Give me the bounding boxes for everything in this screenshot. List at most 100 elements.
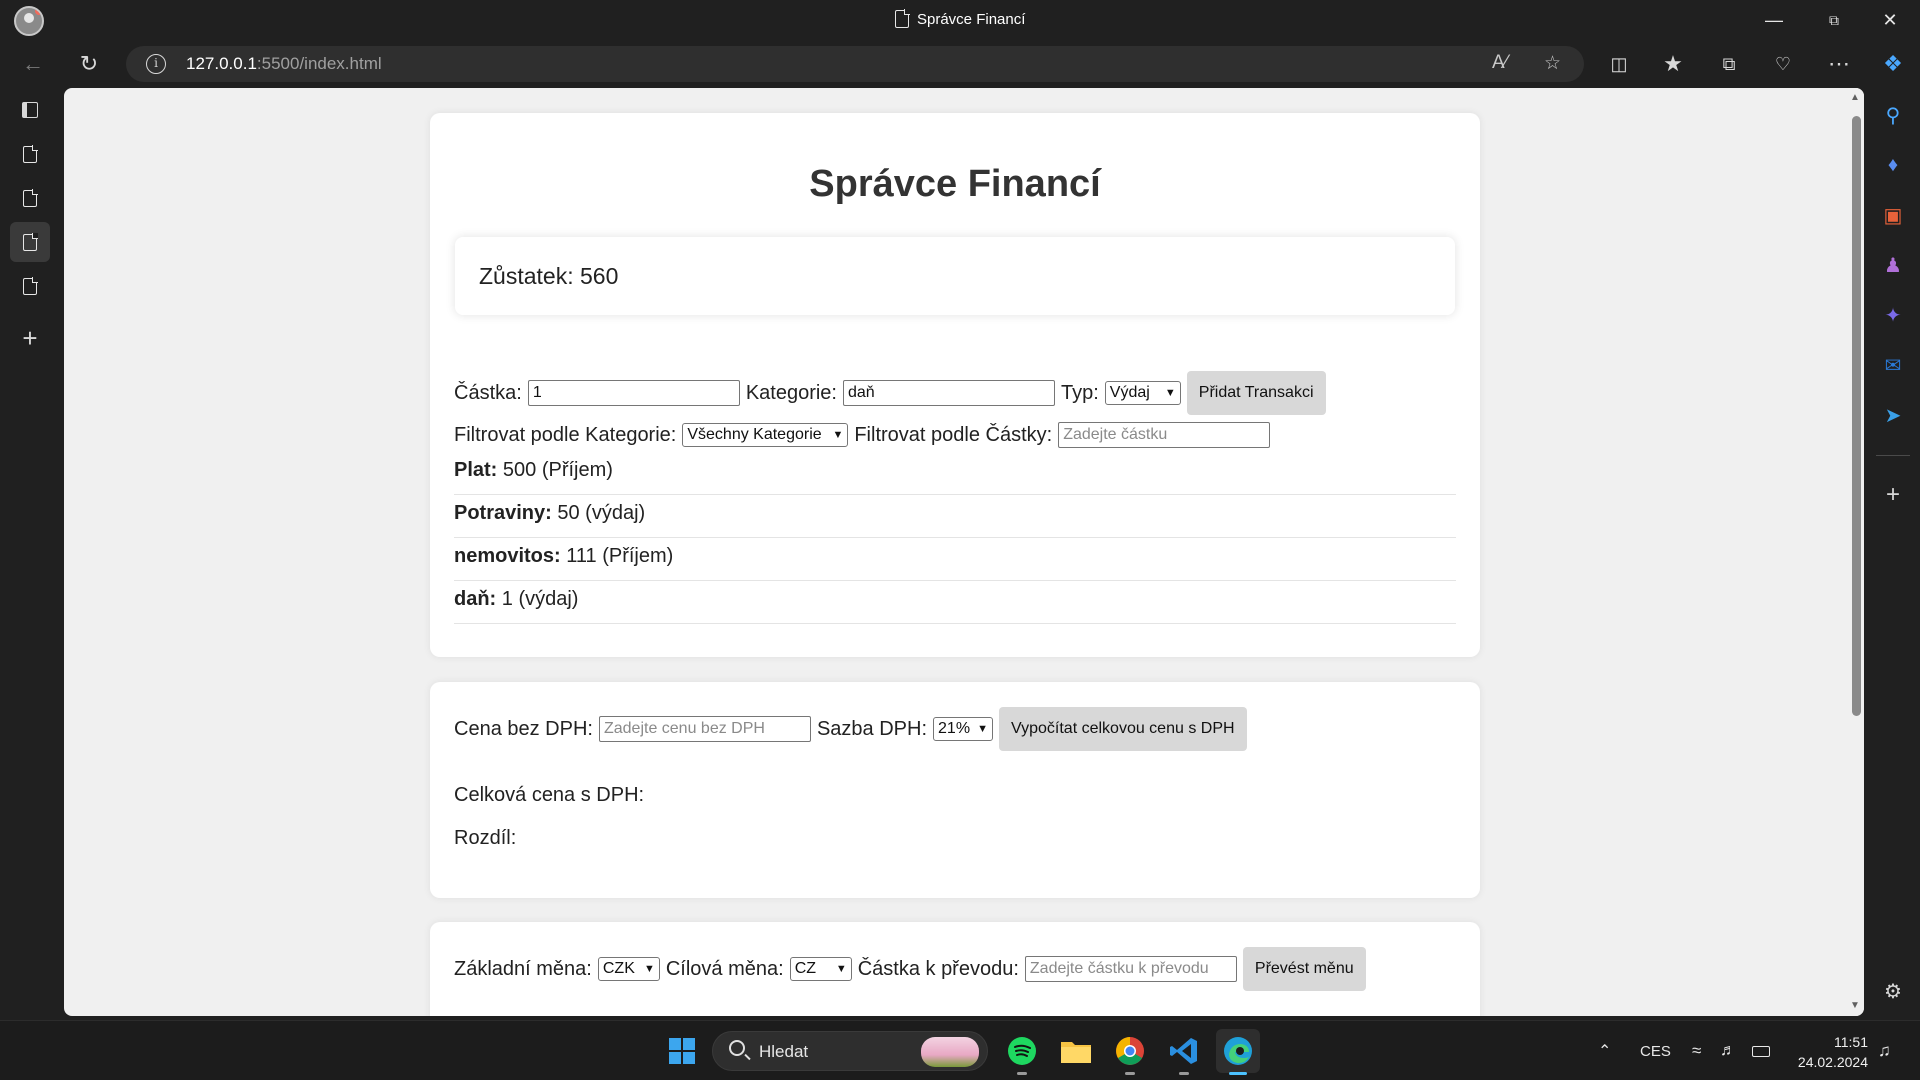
- taskbar-search[interactable]: Hledat: [712, 1031, 988, 1071]
- transaction-item: daň: 1 (výdaj): [454, 581, 1456, 624]
- vscode-icon[interactable]: [1162, 1029, 1206, 1075]
- start-windows-icon[interactable]: [660, 1029, 704, 1073]
- notifications-bell-icon[interactable]: ♫: [1878, 1021, 1891, 1080]
- sidebar-add-icon[interactable]: +: [1876, 478, 1910, 512]
- base-currency-value: CZK: [602, 960, 635, 977]
- back-icon[interactable]: ←: [16, 48, 50, 80]
- clock-time: 11:51: [1834, 1034, 1868, 1050]
- tab-4[interactable]: [10, 266, 50, 306]
- category-label: Kategorie:: [745, 381, 837, 404]
- favorite-star-icon[interactable]: ☆: [1544, 52, 1561, 75]
- minimize-button[interactable]: —: [1746, 0, 1802, 40]
- chevron-down-icon: ▼: [835, 963, 847, 975]
- restore-button[interactable]: ⧉: [1806, 0, 1862, 40]
- calculate-vat-button[interactable]: Vypočítat celkovou cenu s DPH: [999, 707, 1247, 751]
- vat-rate-select[interactable]: 21% ▼: [933, 717, 994, 741]
- transaction-detail: 500 (Příjem): [497, 459, 613, 481]
- more-menu-icon[interactable]: ⋯: [1822, 48, 1856, 80]
- split-screen-icon[interactable]: ◫: [1602, 48, 1636, 80]
- total-with-vat-label: Celková cena s DPH:: [454, 784, 645, 806]
- vertical-tabs-toggle-icon[interactable]: [10, 90, 50, 130]
- scroll-thumb[interactable]: [1852, 116, 1861, 716]
- page-icon: [23, 276, 38, 295]
- price-input[interactable]: Zadejte cenu bez DPH: [598, 716, 811, 742]
- price-label: Cena bez DPH:: [454, 717, 593, 740]
- volume-icon[interactable]: ♬: [1720, 1021, 1736, 1080]
- scroll-down-arrow-icon[interactable]: ▼: [1850, 1000, 1860, 1011]
- filter-category-label: Filtrovat podle Kategorie:: [454, 423, 677, 446]
- site-info-icon[interactable]: i: [146, 54, 166, 74]
- address-bar[interactable]: i 127.0.0.1:5500/index.html A⁄ ☆: [126, 46, 1584, 82]
- url-path: :5500/index.html: [256, 54, 382, 73]
- file-explorer-icon[interactable]: [1054, 1029, 1098, 1073]
- base-currency-select[interactable]: CZK ▼: [597, 957, 660, 981]
- clock-date: 24.02.2024: [1797, 1054, 1868, 1070]
- filter-category-value: Všechny Kategorie: [687, 426, 822, 443]
- vat-rate-value: 21%: [938, 720, 971, 737]
- transaction-name: Plat:: [454, 459, 498, 481]
- favorites-icon[interactable]: ★: [1656, 48, 1690, 80]
- tab-active[interactable]: [10, 222, 50, 262]
- chevron-down-icon: ▼: [1164, 387, 1176, 399]
- amount-input[interactable]: 1: [527, 380, 740, 406]
- collections-icon[interactable]: ⧉: [1712, 48, 1746, 80]
- vat-calculator-card: Cena bez DPH: Zadejte cenu bez DPH Sazba…: [430, 682, 1480, 898]
- copilot-sidebar-icon[interactable]: ✦: [1876, 298, 1910, 332]
- refresh-icon[interactable]: ↻: [72, 48, 106, 80]
- settings-gear-icon[interactable]: ⚙: [1876, 974, 1910, 1008]
- spotify-icon[interactable]: [1000, 1029, 1044, 1075]
- vat-rate-label: Sazba DPH:: [816, 717, 928, 740]
- transaction-name: Potraviny:: [454, 502, 552, 524]
- transaction-name: daň:: [454, 588, 497, 610]
- wifi-icon[interactable]: ≈: [1692, 1021, 1701, 1080]
- scroll-up-arrow-icon[interactable]: ▲: [1850, 92, 1860, 103]
- url-text[interactable]: 127.0.0.1:5500/index.html: [186, 54, 382, 74]
- convert-currency-button[interactable]: Převést měnu: [1242, 947, 1366, 991]
- page-title: Správce Financí: [809, 163, 1101, 205]
- base-currency-label: Základní měna:: [454, 957, 592, 980]
- tab-1[interactable]: [10, 134, 50, 174]
- edge-icon[interactable]: [1216, 1029, 1260, 1075]
- search-highlight-image: [921, 1037, 979, 1067]
- transaction-item: Plat: 500 (Příjem): [454, 452, 1456, 495]
- taskbar: Hledat ⌃ CES ≈ ♬ 11:51 24.02.2024 ♫: [0, 1020, 1920, 1080]
- transactions-card: Správce Financí Zůstatek: 560 Částka: 1 …: [430, 113, 1480, 657]
- show-hidden-icons-chevron-icon[interactable]: ⌃: [1598, 1021, 1611, 1080]
- amount-label: Částka:: [454, 381, 522, 404]
- page-icon: [23, 144, 38, 163]
- tools-icon[interactable]: ▣: [1876, 198, 1910, 232]
- copilot-icon[interactable]: ❖: [1876, 48, 1910, 80]
- type-select[interactable]: Výdaj ▼: [1104, 381, 1181, 405]
- type-label: Typ:: [1060, 381, 1099, 404]
- balance-text: Zůstatek: 560: [479, 263, 619, 289]
- language-indicator[interactable]: CES: [1640, 1021, 1671, 1080]
- filter-category-select[interactable]: Všechny Kategorie ▼: [682, 423, 849, 447]
- read-aloud-icon[interactable]: A⁄: [1492, 52, 1508, 74]
- difference-label: Rozdíl:: [454, 827, 517, 849]
- new-tab-plus-icon[interactable]: +: [10, 318, 50, 358]
- shopping-tag-icon[interactable]: ♦: [1876, 148, 1910, 182]
- drop-icon[interactable]: ➤: [1876, 398, 1910, 432]
- sidebar-search-icon[interactable]: ⚲: [1876, 98, 1910, 132]
- clock[interactable]: 11:51 24.02.2024: [1790, 1032, 1868, 1072]
- convert-amount-input[interactable]: Zadejte částku k převodu: [1024, 956, 1237, 982]
- browser-essentials-icon[interactable]: ♡: [1766, 48, 1800, 80]
- chevron-down-icon: ▼: [977, 723, 989, 735]
- close-window-button[interactable]: ✕: [1862, 0, 1918, 40]
- outlook-icon[interactable]: ✉: [1876, 348, 1910, 382]
- add-transaction-button[interactable]: Přidat Transakci: [1186, 371, 1326, 415]
- type-select-value: Výdaj: [1109, 384, 1150, 401]
- category-input[interactable]: daň: [842, 380, 1055, 406]
- games-icon[interactable]: ♟: [1876, 248, 1910, 282]
- navigation-bar: ← ↻ i 127.0.0.1:5500/index.html A⁄ ☆ ◫ ★…: [0, 40, 1920, 88]
- window-title: Správce Financí: [895, 9, 1025, 28]
- filter-amount-label: Filtrovat podle Částky:: [854, 423, 1053, 446]
- profile-avatar[interactable]: [14, 6, 44, 36]
- tab-2[interactable]: [10, 178, 50, 218]
- battery-icon[interactable]: [1752, 1021, 1770, 1080]
- filter-amount-input[interactable]: Zadejte částku: [1058, 422, 1271, 448]
- target-currency-select[interactable]: CZ ▼: [789, 957, 852, 981]
- chrome-icon[interactable]: [1108, 1029, 1152, 1075]
- page-scrollbar[interactable]: ▲ ▼: [1848, 88, 1864, 1016]
- currency-converter-card: Základní měna: CZK ▼ Cílová měna: CZ ▼ Čás…: [430, 922, 1480, 1016]
